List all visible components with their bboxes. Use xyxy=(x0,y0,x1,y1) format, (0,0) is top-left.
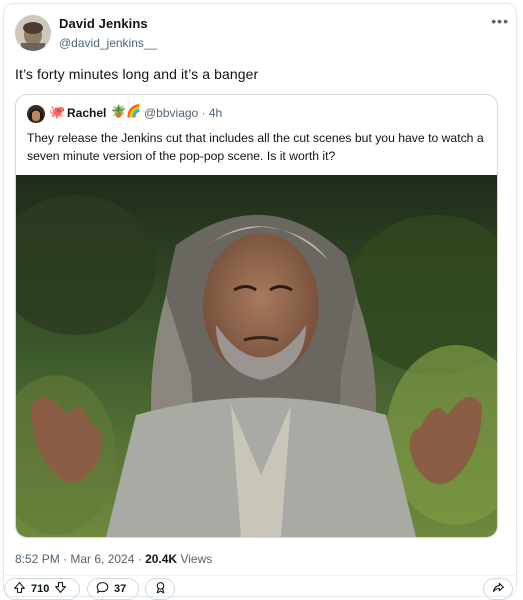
author-avatar[interactable] xyxy=(15,15,51,51)
reply-count: 37 xyxy=(114,583,127,595)
author-name[interactable]: David Jenkins xyxy=(59,16,148,31)
reply-button[interactable]: 37 xyxy=(87,578,139,600)
tweet-text: It’s forty minutes long and it’s a bange… xyxy=(15,66,259,82)
more-options-icon[interactable]: ••• xyxy=(491,13,509,29)
share-button[interactable] xyxy=(483,578,513,600)
plant-emoji: 🪴 xyxy=(111,104,126,118)
quoted-author-avatar[interactable] xyxy=(27,105,45,123)
views-label: Views xyxy=(180,552,213,566)
views-count: 20.4K xyxy=(145,552,178,566)
downvote-arrow-icon[interactable] xyxy=(54,581,67,597)
share-icon xyxy=(492,581,505,597)
octopus-emoji: 🐙 xyxy=(49,104,66,119)
quoted-tweet-text: They release the Jenkins cut that includ… xyxy=(27,131,484,163)
author-handle[interactable]: @david_jenkins__ xyxy=(59,36,157,50)
post-time-date: 8:52 PM · Mar 6, 2024 · xyxy=(15,552,146,566)
upvote-arrow-icon[interactable] xyxy=(13,581,26,597)
post-metadata: 8:52 PM · Mar 6, 2024 · 20.4K Views xyxy=(15,552,212,566)
upvote-count: 710 xyxy=(31,583,50,595)
reply-bubble-icon xyxy=(96,581,109,597)
rainbow-emoji: 🌈 xyxy=(126,104,141,118)
quoted-tweet[interactable]: 🐙 Rachel 🪴 🌈 @bbviago · 4h They release … xyxy=(15,94,498,538)
quoted-tweet-image[interactable] xyxy=(16,175,497,537)
vote-control: 710 xyxy=(4,578,80,600)
quoted-author-name[interactable]: Rachel xyxy=(67,106,106,120)
action-bar: 710 37 xyxy=(3,578,517,600)
divider xyxy=(3,575,517,576)
quoted-handle-time: @bbviago · 4h xyxy=(144,106,223,120)
award-button[interactable] xyxy=(145,578,175,600)
award-icon xyxy=(154,581,167,597)
